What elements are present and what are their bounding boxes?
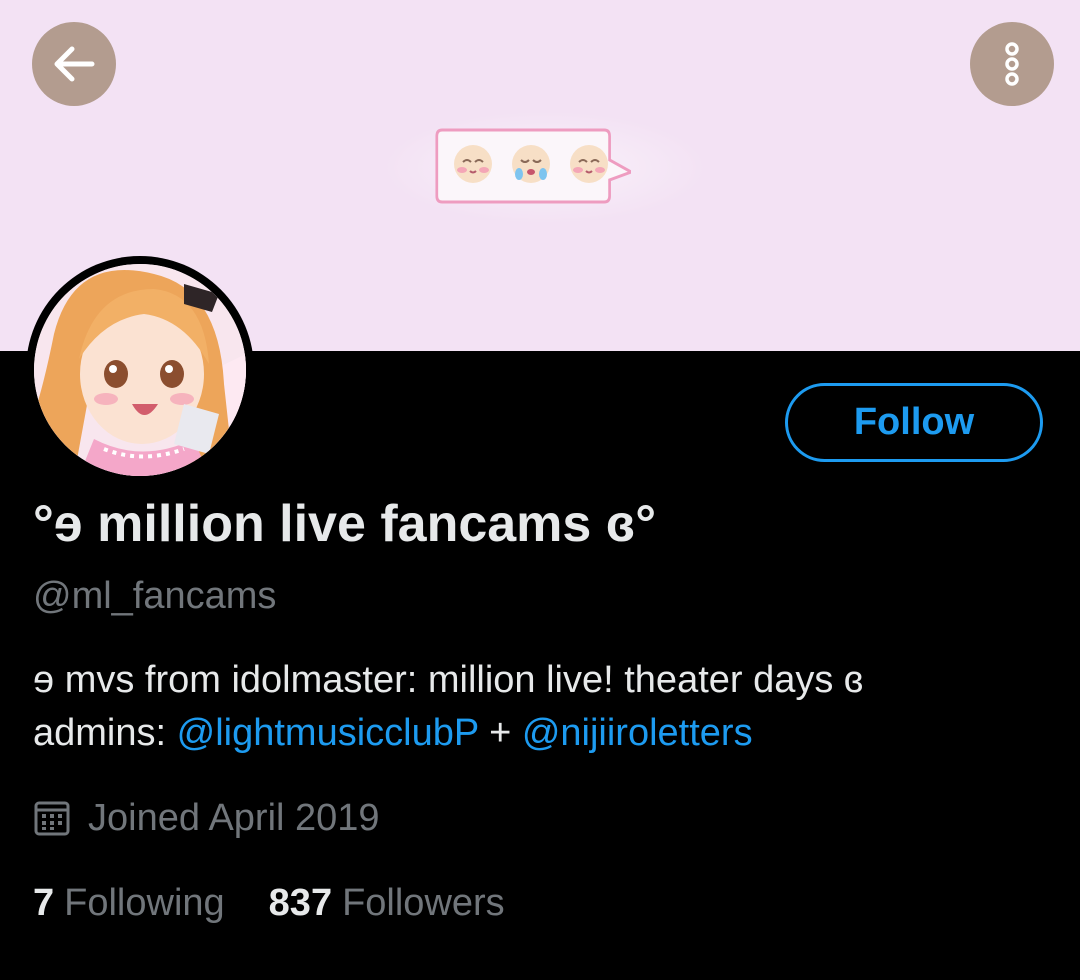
following-label: Following — [64, 882, 225, 924]
follow-button[interactable]: Follow — [785, 383, 1043, 462]
profile-display-name: °ɘ million live fancams ɞ° — [33, 495, 657, 553]
joined-date: Joined April 2019 — [33, 796, 380, 840]
calendar-icon — [34, 801, 70, 836]
followers-count: 837 — [268, 882, 333, 924]
profile-bio: ɘ mvs from idolmaster: million live! the… — [33, 654, 863, 760]
followers-label: Followers — [342, 882, 505, 924]
bio-separator: + — [478, 712, 522, 754]
speech-bubble-emoji-image — [435, 128, 631, 204]
admin-mention-link-1[interactable]: @lightmusicclubP — [177, 712, 479, 754]
avatar[interactable] — [26, 256, 254, 484]
arrow-left-icon — [54, 46, 95, 82]
bio-admins-prefix: admins: — [33, 712, 177, 754]
avatar-illustration — [34, 264, 246, 476]
bio-line-2: admins: @lightmusicclubP + @nijiirolette… — [33, 707, 863, 760]
bio-line-1: ɘ mvs from idolmaster: million live! the… — [33, 659, 864, 701]
profile-handle: @ml_fancams — [33, 575, 277, 617]
profile-stats: 7 Following 837 Followers — [33, 881, 505, 925]
following-link[interactable]: 7 Following — [33, 881, 225, 925]
joined-date-text: Joined April 2019 — [88, 797, 380, 839]
back-button[interactable] — [32, 22, 116, 106]
more-options-button[interactable] — [970, 22, 1054, 106]
profile-page: Follow °ɘ million live fancams ɞ° @ml_fa… — [0, 0, 1080, 980]
following-count: 7 — [33, 882, 55, 924]
more-vertical-icon — [1005, 42, 1019, 86]
avatar-image — [34, 264, 246, 476]
followers-link[interactable]: 837 Followers — [269, 881, 505, 925]
admin-mention-link-2[interactable]: @nijiiroletters — [522, 712, 753, 754]
